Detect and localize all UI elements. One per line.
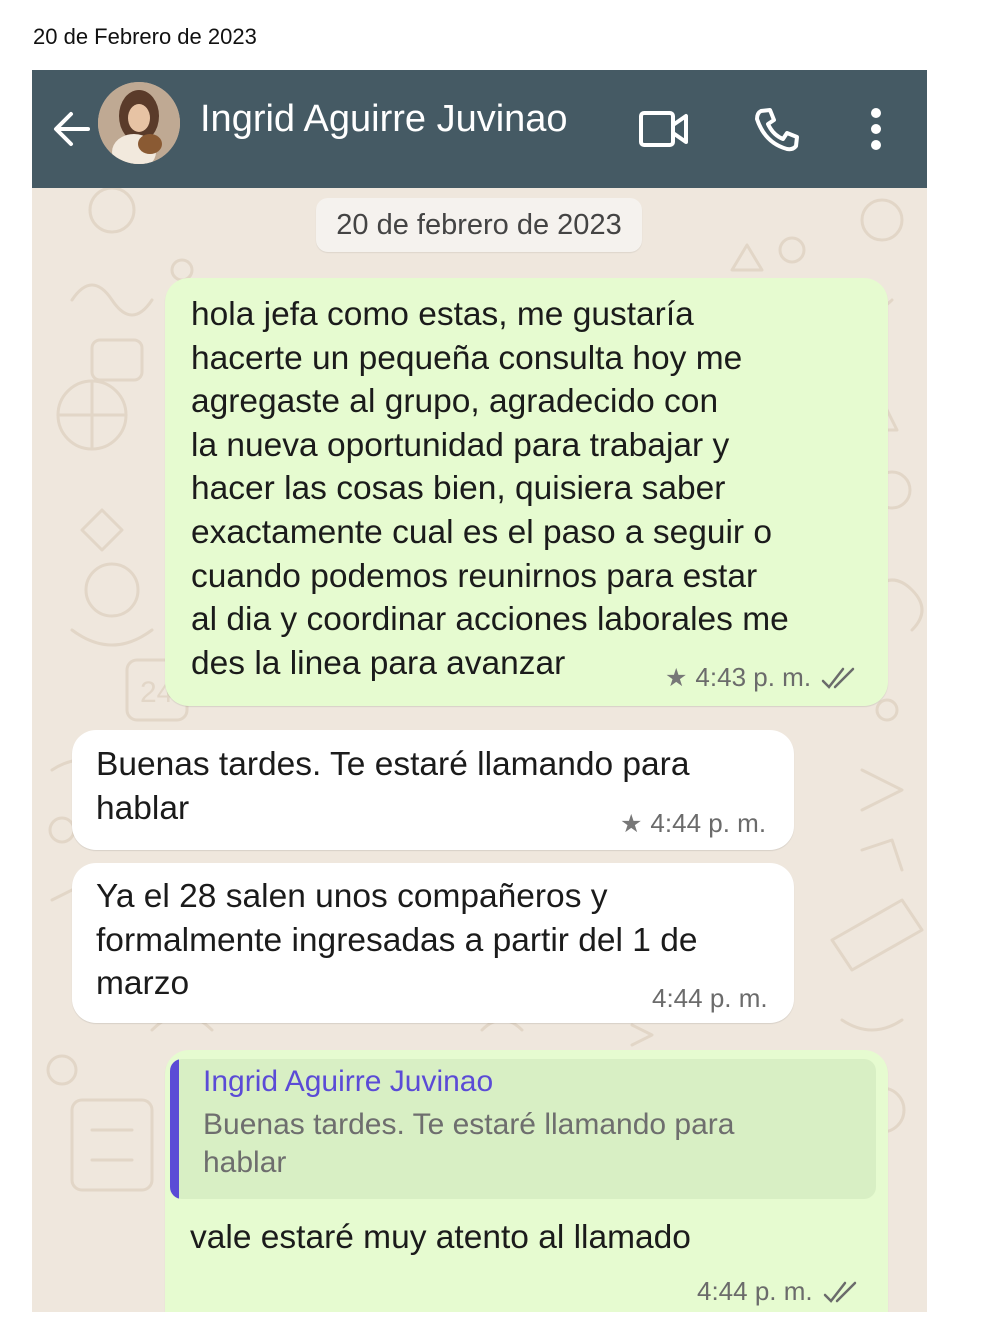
- message-meta: 4:44 p. m.: [652, 983, 768, 1014]
- double-check-icon: [821, 667, 857, 689]
- double-check-icon: [823, 1281, 859, 1303]
- video-call-icon[interactable]: [634, 104, 694, 154]
- message-time: 4:44 p. m.: [697, 1276, 813, 1306]
- message-bubble-incoming[interactable]: Buenas tardes. Te estaré llamando para h…: [72, 730, 794, 850]
- message-time: 4:44 p. m.: [652, 983, 768, 1013]
- quote-accent-bar: [170, 1059, 179, 1199]
- avatar[interactable]: [98, 82, 180, 164]
- message-bubble-outgoing[interactable]: hola jefa como estas, me gustaría hacert…: [165, 278, 888, 706]
- chat-header: Ingrid Aguirre Juvinao: [32, 70, 927, 188]
- message-text: hola jefa como estas, me gustaría hacert…: [191, 296, 789, 682]
- message-time: 4:44 p. m.: [650, 808, 767, 838]
- star-icon: ★: [665, 663, 688, 692]
- message-meta: 4:44 p. m.: [697, 1276, 859, 1307]
- message-meta: ★ 4:43 p. m.: [665, 662, 857, 693]
- quoted-message[interactable]: Ingrid Aguirre Juvinao Buenas tardes. Te…: [170, 1059, 876, 1199]
- contact-name[interactable]: Ingrid Aguirre Juvinao: [200, 98, 568, 141]
- quoted-author: Ingrid Aguirre Juvinao: [203, 1065, 494, 1098]
- star-icon: ★: [620, 809, 643, 838]
- message-meta: ★ 4:44 p. m.: [620, 808, 766, 839]
- back-arrow-icon[interactable]: [50, 104, 94, 154]
- message-text: vale estaré muy atento al llamado: [190, 1219, 691, 1256]
- quoted-text: Buenas tardes. Te estaré llamando para h…: [203, 1108, 735, 1179]
- chat-screen: 24 Ingrid Aguirre Juvinao 20 de febrero …: [32, 70, 927, 1312]
- more-options-icon[interactable]: [858, 100, 894, 158]
- document-date: 20 de Febrero de 2023: [33, 24, 257, 49]
- message-time: 4:43 p. m.: [695, 662, 812, 692]
- message-bubble-incoming[interactable]: Ya el 28 salen unos compañeros y formalm…: [72, 863, 794, 1023]
- date-separator: 20 de febrero de 2023: [316, 198, 642, 252]
- phone-icon[interactable]: [748, 100, 806, 158]
